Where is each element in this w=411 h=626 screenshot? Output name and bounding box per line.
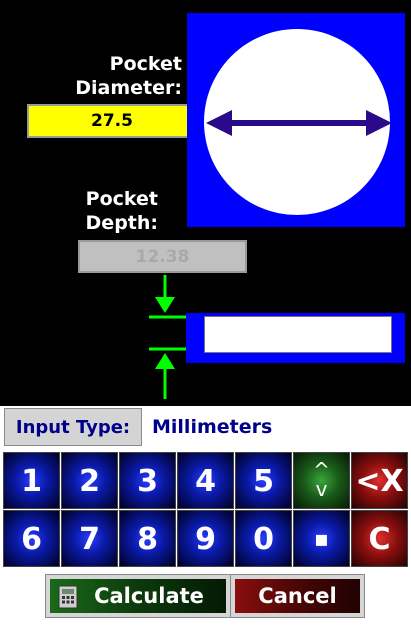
input-type-value: Millimeters (152, 416, 273, 438)
calculate-button-face: Calculate (50, 579, 226, 613)
input-type-button[interactable]: Input Type: (4, 408, 142, 446)
toggle-sign-key[interactable]: ^ v (293, 452, 350, 509)
key-4[interactable]: 4 (177, 452, 234, 509)
pocket-depth-label: Pocket Depth: (85, 188, 158, 234)
key-2[interactable]: 2 (61, 452, 118, 509)
key-0[interactable]: 0 (235, 510, 292, 567)
key-3[interactable]: 3 (119, 452, 176, 509)
calculator-icon (58, 585, 78, 609)
cancel-button[interactable]: Cancel (230, 574, 365, 618)
key-7[interactable]: 7 (61, 510, 118, 567)
backspace-key[interactable]: <X (351, 452, 408, 509)
diameter-arrow-icon (206, 110, 392, 136)
key-5[interactable]: 5 (235, 452, 292, 509)
key-9[interactable]: 9 (177, 510, 234, 567)
pocket-depth-field[interactable]: 12.38 (78, 240, 247, 273)
key-8[interactable]: 8 (119, 510, 176, 567)
calculate-label: Calculate (94, 584, 204, 608)
depth-pocket (204, 316, 392, 353)
key-6[interactable]: 6 (3, 510, 60, 567)
key-1[interactable]: 1 (3, 452, 60, 509)
decimal-point-key[interactable]: ▪ (293, 510, 350, 567)
cancel-label: Cancel (235, 579, 360, 613)
pocket-diameter-label: Pocket Diameter: (75, 53, 182, 99)
pocket-diameter-field[interactable]: 27.5 (27, 104, 197, 138)
up-down-chevrons-icon: ^ v (313, 458, 330, 501)
calculate-button[interactable]: Calculate (45, 574, 231, 618)
clear-key[interactable]: C (351, 510, 408, 567)
